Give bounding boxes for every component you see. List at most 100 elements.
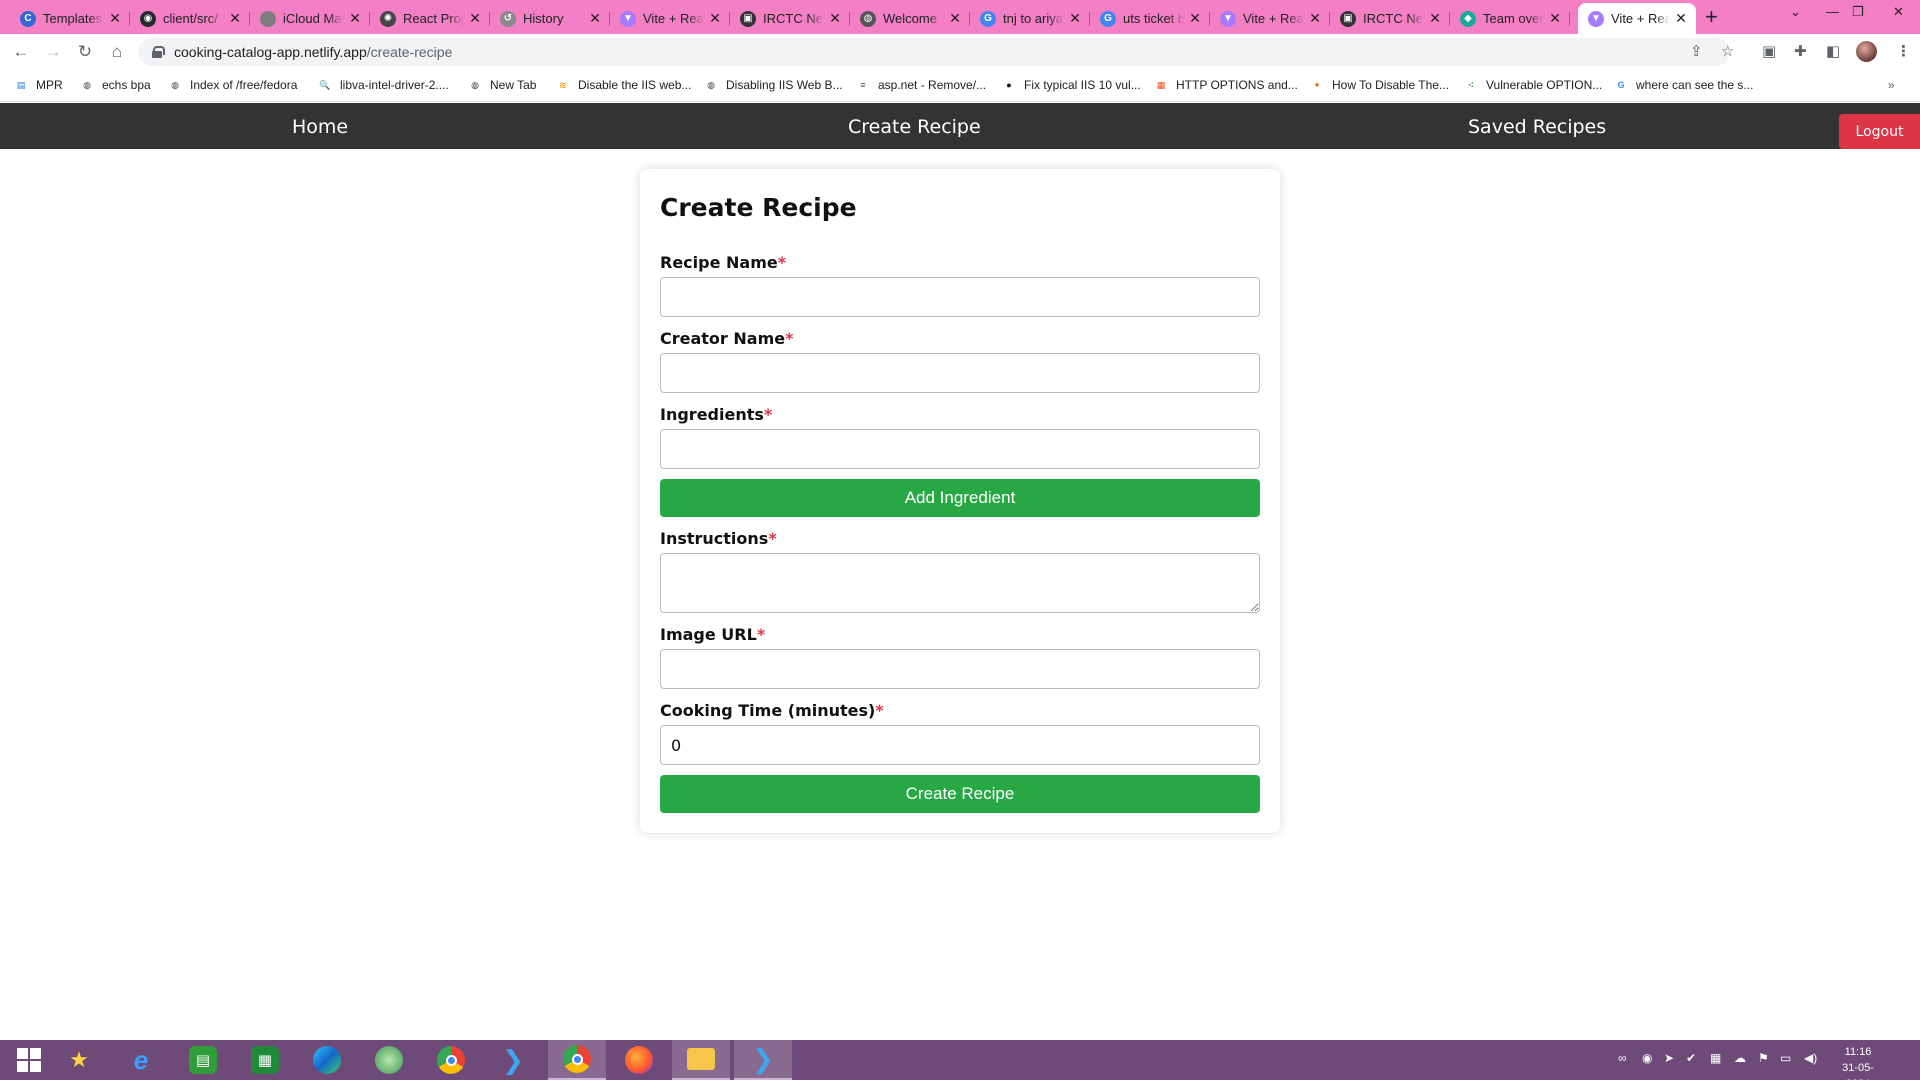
taskbar-clock[interactable]: 11:16 31-05-2024 (1830, 1044, 1886, 1080)
tab-close-icon[interactable]: ✕ (228, 10, 242, 27)
home-icon[interactable]: ⌂ (106, 41, 128, 63)
extensions-puzzle-icon[interactable]: ✚ (1794, 42, 1807, 60)
bookmark-item[interactable]: ● Fix typical IIS 10 vul... (1002, 78, 1140, 92)
new-tab-button[interactable]: + (1705, 6, 1718, 28)
nav-create-recipe-link[interactable]: Create Recipe (848, 116, 981, 138)
chrome-menu-icon[interactable]: ⋮ (1896, 42, 1911, 60)
tray-link-icon[interactable]: ∞ (1618, 1051, 1627, 1065)
tab-close-icon[interactable]: ✕ (708, 10, 722, 27)
profile-avatar[interactable] (1856, 41, 1877, 62)
bookmark-item[interactable]: 🔍 libva-intel-driver-2.... (318, 78, 449, 92)
tab-search-icon[interactable]: ⌄ (1790, 4, 1801, 20)
browser-tab[interactable]: Gtnj to ariya ✕ (970, 3, 1090, 34)
add-ingredient-button[interactable]: Add Ingredient (660, 479, 1260, 517)
taskbar-firefox[interactable] (610, 1040, 668, 1080)
taskbar-chrome-active[interactable] (548, 1040, 606, 1080)
nav-home-link[interactable]: Home (292, 116, 348, 138)
bookmark-item[interactable]: ≋ Disable the IIS web... (556, 78, 691, 92)
tray-security-icon[interactable]: ✔ (1686, 1051, 1696, 1065)
creator-name-input[interactable] (660, 353, 1260, 393)
address-bar[interactable]: cooking-catalog-app.netlify.app/create-r… (138, 38, 1730, 66)
taskbar-vscode[interactable]: ❯ (484, 1040, 542, 1080)
tab-close-icon[interactable]: ✕ (348, 10, 362, 27)
tab-close-icon[interactable]: ✕ (468, 10, 482, 27)
taskbar-chrome[interactable] (422, 1040, 480, 1080)
bookmark-item[interactable]: ◍ Disabling IIS Web B... (704, 78, 842, 92)
browser-tab[interactable]: ◆ Team over ✕ (1450, 3, 1570, 34)
taskbar-edge[interactable] (298, 1040, 356, 1080)
restore-icon[interactable]: ❐ (1852, 4, 1864, 20)
bookmark-item[interactable]: ≡ asp.net - Remove/... (856, 78, 986, 92)
browser-tab[interactable]: ▼ Vite + Rea ✕ (1210, 3, 1330, 34)
create-recipe-submit-button[interactable]: Create Recipe (660, 775, 1260, 813)
taskbar-internet-explorer[interactable]: e (112, 1040, 170, 1080)
taskbar-network-app[interactable] (360, 1040, 418, 1080)
side-panel-icon[interactable]: ◧ (1826, 42, 1840, 60)
bookmark-star-icon[interactable]: ☆ (1721, 42, 1734, 60)
tray-network-icon[interactable]: ▭ (1780, 1051, 1791, 1065)
tray-telegram-icon[interactable]: ➤ (1664, 1051, 1674, 1065)
taskbar-file-explorer[interactable] (672, 1040, 730, 1080)
tray-flag-icon[interactable]: ⚑ (1758, 1051, 1769, 1065)
tab-close-icon[interactable]: ✕ (1428, 10, 1442, 27)
bookmark-item[interactable]: ◍ Index of /free/fedora (168, 78, 297, 92)
browser-tab[interactable]: ▼ Vite + Rea ✕ (1578, 3, 1696, 34)
apple-favicon (260, 10, 276, 27)
tab-title: IRCTC Nex (763, 11, 824, 26)
instructions-textarea[interactable] (660, 553, 1260, 613)
tab-close-icon[interactable]: ✕ (588, 10, 602, 27)
bookmark-item[interactable]: Gwhere can see the s... (1614, 78, 1753, 92)
logout-button[interactable]: Logout (1839, 114, 1920, 149)
bookmark-item[interactable]: ◍ echs bpa (80, 78, 151, 92)
browser-tab[interactable]: Guts ticket b ✕ (1090, 3, 1210, 34)
browser-tab[interactable]: ✺ React Proje ✕ (370, 3, 490, 34)
tray-cloud-icon[interactable]: ☁ (1734, 1051, 1746, 1065)
back-icon[interactable]: ← (10, 41, 32, 63)
tab-close-icon[interactable]: ✕ (1548, 10, 1562, 27)
tray-chrome-icon[interactable]: ◉ (1642, 1051, 1652, 1065)
bookmark-favicon-icon: ⁖ (1467, 79, 1475, 90)
bookmark-item[interactable]: ◍ New Tab (468, 78, 536, 92)
tab-close-icon[interactable]: ✕ (108, 10, 122, 27)
tab-close-icon[interactable]: ✕ (828, 10, 842, 27)
media-router-icon[interactable]: ▣ (1762, 42, 1776, 60)
bookmark-label: libva-intel-driver-2.... (340, 78, 449, 92)
bookmark-item[interactable]: ⁖ Vulnerable OPTION... (1464, 78, 1602, 92)
reload-icon[interactable]: ↻ (74, 41, 96, 63)
nav-saved-recipes-link[interactable]: Saved Recipes (1468, 116, 1606, 138)
tab-close-icon[interactable]: ✕ (1308, 10, 1322, 27)
store-icon: ▤ (189, 1046, 217, 1074)
browser-tab[interactable]: ◉ client/src/ ✕ (130, 3, 250, 34)
bookmark-item[interactable]: ▤ MPR (14, 78, 63, 92)
instructions-label: Instructions* (660, 529, 777, 548)
ingredient-input[interactable] (660, 429, 1260, 469)
close-window-icon[interactable]: ✕ (1893, 4, 1904, 20)
browser-tab[interactable]: ↺ History ✕ (490, 3, 610, 34)
bookmark-item[interactable]: ✦ How To Disable The... (1310, 78, 1449, 92)
minimize-icon[interactable]: — (1826, 4, 1839, 19)
taskbar-favorites-app[interactable]: ★ (50, 1040, 108, 1080)
tray-app-icon[interactable]: ▦ (1710, 1051, 1721, 1065)
browser-tab[interactable]: ◍ Welcome ✕ (850, 3, 970, 34)
taskbar-store-app[interactable]: ▤ (174, 1040, 232, 1080)
tray-volume-icon[interactable]: ◀) (1804, 1051, 1817, 1065)
browser-tab[interactable]: C Templates ✕ (10, 3, 130, 34)
cooking-time-input[interactable] (660, 725, 1260, 765)
recipe-name-input[interactable] (660, 277, 1260, 317)
image-url-input[interactable] (660, 649, 1260, 689)
share-icon[interactable]: ⇪ (1690, 42, 1703, 60)
browser-tab[interactable]: ▣ IRCTC Nex ✕ (730, 3, 850, 34)
browser-tab[interactable]: ▣ IRCTC Nex ✕ (1330, 3, 1450, 34)
taskbar-vscode-active[interactable]: ❯ (734, 1040, 792, 1080)
tab-close-icon[interactable]: ✕ (948, 10, 962, 27)
tab-close-icon[interactable]: ✕ (1674, 10, 1688, 27)
taskbar-calculator-app[interactable]: ▦ (236, 1040, 294, 1080)
more-bookmarks-icon[interactable]: » (1888, 78, 1895, 92)
browser-tab[interactable]: iCloud Mail ✕ (250, 3, 370, 34)
forward-icon[interactable]: → (42, 41, 64, 63)
browser-tab[interactable]: ▼ Vite + Rea ✕ (610, 3, 730, 34)
tab-close-icon[interactable]: ✕ (1068, 10, 1082, 27)
tab-close-icon[interactable]: ✕ (1188, 10, 1202, 27)
bookmark-favicon-icon: ◍ (171, 79, 179, 90)
bookmark-item[interactable]: ▦ HTTP OPTIONS and... (1154, 78, 1298, 92)
